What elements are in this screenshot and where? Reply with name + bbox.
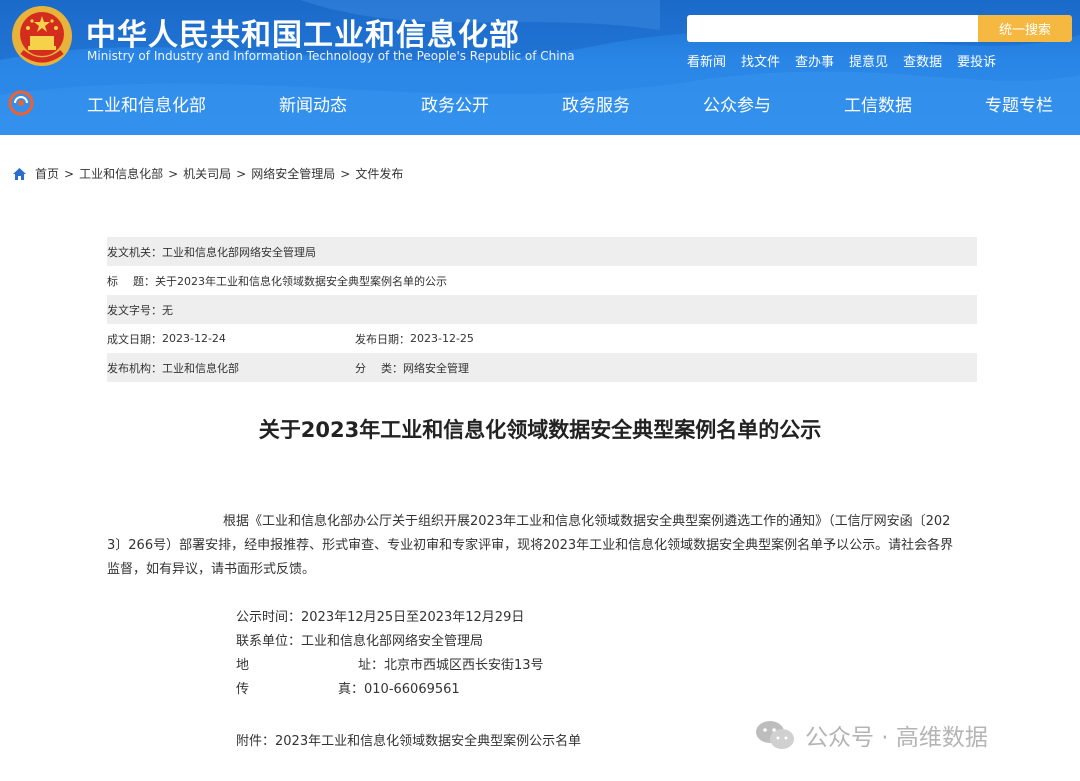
attachment-link[interactable]: 附件：2023年工业和信息化领域数据安全典型案例公示名单 [236,730,581,749]
info-row-org-category: 发布机构： 工业和信息化部 分 类： 网络安全管理 [107,353,977,382]
category-label-part: 分 [355,361,366,375]
fax-label-part: 传 [236,682,250,697]
address-label-part: 址： [357,658,384,673]
publishing-org-value: 工业和信息化部 [162,361,239,375]
main-nav: 工业和信息化部 新闻动态 政务公开 政务服务 公众参与 工信数据 专题专栏 [0,85,1080,121]
site-title[interactable]: 中华人民共和国工业和信息化部 [86,10,520,54]
site-subtitle: Ministry of Industry and Information Tec… [87,49,575,63]
issuer-label: 发文机关： [107,245,162,259]
breadcrumb-miit[interactable]: 工业和信息化部 [79,165,163,182]
created-date-label: 成文日期： [107,332,162,346]
wechat-icon [756,721,794,749]
quick-link-services[interactable]: 查办事 [795,51,834,70]
paragraph-line: 监督，如有异议，请书面形式反馈。 [107,562,316,577]
published-date-label: 发布日期： [355,332,410,346]
quick-links: 看新闻 找文件 查办事 提意见 查数据 要投诉 [687,51,996,70]
issuer-value: 工业和信息化部网络安全管理局 [162,245,316,259]
breadcrumb-departments[interactable]: 机关司局 [183,165,231,182]
info-row-issuer: 发文机关： 工业和信息化部网络安全管理局 [107,237,977,266]
wechat-watermark: 公众号 · 高维数据 [755,718,988,752]
notice-period-label: 公示时间： [236,610,302,625]
fax-value: 010-66069561 [364,682,460,697]
paragraph-line: 根据《工业和信息化部办公厅关于组织开展2023年工业和信息化领域数据安全典型案例… [223,514,951,529]
search-button[interactable]: 统一搜索 [978,15,1072,42]
nav-item-miit[interactable]: 工业和信息化部 [87,91,206,116]
site-header: 中华人民共和国工业和信息化部 Ministry of Industry and … [0,0,1080,135]
fax-row: 传 真： 010-66069561 [236,678,544,702]
breadcrumb-separator: > [340,166,351,181]
quick-link-feedback[interactable]: 提意见 [849,51,888,70]
address-label: 地 址： [236,654,384,678]
title-label-part: 标 [107,274,118,288]
article-title: 关于2023年工业和信息化领域数据安全典型案例名单的公示 [258,418,822,442]
notice-period-row: 公示时间： 2023年12月25日至2023年12月29日 [236,606,544,630]
category-label: 分 类： [355,360,403,376]
address-row: 地 址： 北京市西城区西长安街13号 [236,654,544,678]
contact-row: 联系单位： 工业和信息化部网络安全管理局 [236,630,544,654]
watermark-text: 公众号 · 高维数据 [805,725,988,751]
quick-link-news[interactable]: 看新闻 [687,51,726,70]
publishing-org-label: 发布机构： [107,361,162,375]
contact-label: 联系单位： [236,634,302,649]
nav-item-government-affairs[interactable]: 政务公开 [421,91,489,116]
nav-item-government-services[interactable]: 政务服务 [562,91,630,116]
ministry-logo-icon[interactable] [8,90,34,116]
nav-item-data[interactable]: 工信数据 [844,91,912,116]
category-value: 网络安全管理 [403,361,469,375]
quick-link-complaint[interactable]: 要投诉 [957,51,996,70]
contact-value: 工业和信息化部网络安全管理局 [301,634,484,649]
fax-label: 传 真： [236,678,364,702]
search-input[interactable] [687,15,978,42]
breadcrumb-separator: > [236,166,247,181]
document-info-table: 发文机关： 工业和信息化部网络安全管理局 标 题： 关于2023年工业和信息化领… [107,237,977,382]
national-emblem-logo[interactable] [10,4,74,68]
nav-item-news[interactable]: 新闻动态 [279,91,347,116]
address-label-part: 地 [236,658,250,673]
breadcrumb-documents[interactable]: 文件发布 [355,165,403,182]
breadcrumb-home[interactable]: 首页 [35,165,59,182]
doc-number-value: 无 [162,303,173,317]
fax-label-part: 真： [337,682,364,697]
title-label-part: 题： [133,274,155,288]
address-value: 北京市西城区西长安街13号 [384,658,544,673]
publishing-org: 发布机构： 工业和信息化部 [107,360,239,376]
created-date-value: 2023-12-24 [162,332,226,345]
created-date: 成文日期： 2023-12-24 [107,331,226,347]
home-icon [13,167,26,180]
breadcrumb-cybersecurity-bureau[interactable]: 网络安全管理局 [251,165,335,182]
notice-period-value: 2023年12月25日至2023年12月29日 [301,610,525,625]
notice-details: 公示时间： 2023年12月25日至2023年12月29日 联系单位： 工业和信… [236,606,544,702]
info-row-doc-number: 发文字号： 无 [107,295,977,324]
article-paragraph: 根据《工业和信息化部办公厅关于组织开展2023年工业和信息化领域数据安全典型案例… [107,510,977,582]
category: 分 类： 网络安全管理 [355,360,469,376]
published-date: 发布日期： 2023-12-25 [355,331,474,347]
breadcrumb: 首页 > 工业和信息化部 > 机关司局 > 网络安全管理局 > 文件发布 [12,165,403,182]
doc-number-label: 发文字号： [107,303,162,317]
info-row-title: 标 题： 关于2023年工业和信息化领域数据安全典型案例名单的公示 [107,266,977,295]
quick-link-files[interactable]: 找文件 [741,51,780,70]
category-label-part: 类： [381,361,403,375]
quick-link-data[interactable]: 查数据 [903,51,942,70]
info-row-dates: 成文日期： 2023-12-24 发布日期： 2023-12-25 [107,324,977,353]
paragraph-line: 3〕266号）部署安排，经申报推荐、形式审查、专业初审和专家评审，现将2023年… [107,538,954,553]
published-date-value: 2023-12-25 [410,332,474,345]
breadcrumb-separator: > [168,166,179,181]
breadcrumb-separator: > [64,166,75,181]
title-label: 标 题： [107,273,155,289]
nav-item-public-participation[interactable]: 公众参与 [703,91,771,116]
title-value: 关于2023年工业和信息化领域数据安全典型案例名单的公示 [155,274,447,288]
nav-item-special-topics[interactable]: 专题专栏 [985,91,1053,116]
